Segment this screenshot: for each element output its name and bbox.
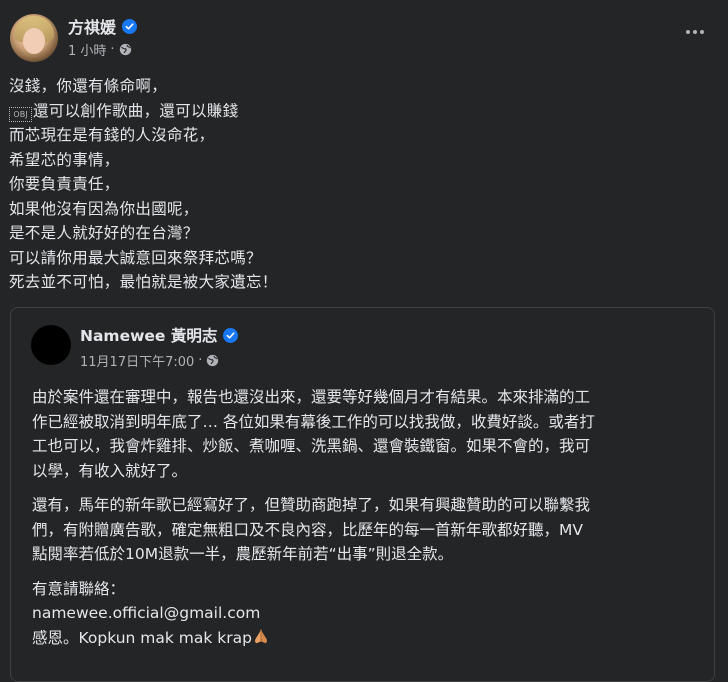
verified-badge-icon	[122, 18, 138, 34]
shared-post-message: 由於案件還在審理中，報告也還沒出來，還要等好幾個月才有結果。本來排滿的工 作已經…	[32, 385, 707, 662]
shared-p1-line-4: 以學，有收入就好了。	[32, 461, 188, 480]
contact-label: 有意請聯絡：	[32, 579, 126, 598]
globe-icon[interactable]	[119, 43, 132, 56]
globe-icon[interactable]	[206, 354, 219, 367]
meta-separator: ·	[198, 353, 203, 368]
post-line-4: 希望芯的事情，	[9, 150, 120, 169]
shared-p1-line-1: 由於案件還在審理中，報告也還沒出來，還要等好幾個月才有結果。本來排滿的工	[32, 388, 591, 406]
shared-p1-line-3: 工也可以，我會炸雞排、炒飯、煮咖喱、洗黑鍋、還會裝鐵窗。如果不會的，我可	[32, 437, 591, 455]
post-line-1: 沒錢，你還有條命啊，	[9, 77, 168, 95]
post-time[interactable]: 1 小時	[68, 40, 106, 59]
shared-p2-line-3: 點閱率若低於10M退款一半，農歷新年前若“出事”則退全款。	[32, 545, 454, 563]
author-name-row: 方祺媛	[68, 14, 138, 38]
shared-paragraph-3: 有意請聯絡： namewee.official@gmail.com 感恩。Kop…	[32, 577, 707, 653]
facebook-post: 方祺媛 1 小時 · 沒錢，你還有條命啊， OBJ 還可以創作歌曲，還可以賺錢 而…	[0, 0, 728, 682]
shared-post-meta: 11月17日下午7:00 ·	[80, 351, 219, 370]
folded-hands-icon	[252, 627, 270, 653]
shared-paragraph-1: 由於案件還在審理中，報告也還沒出來，還要等好幾個月才有結果。本來排滿的工 作已經…	[32, 385, 707, 483]
author-name[interactable]: 方祺媛	[68, 14, 116, 38]
post-message: 沒錢，你還有條命啊， OBJ 還可以創作歌曲，還可以賺錢 而芯現在是有錢的人沒命花…	[9, 74, 709, 295]
shared-post-card[interactable]: Namewee 黃明志 11月17日下午7:00 · 由於案件還在審理中，報告也…	[10, 307, 715, 682]
post-line-2: OBJ 還可以創作歌曲，還可以賺錢	[9, 99, 709, 124]
contact-email-link[interactable]: namewee.official@gmail.com	[32, 601, 707, 626]
meta-separator: ·	[110, 42, 115, 57]
shared-author-row: Namewee 黃明志	[80, 324, 239, 346]
author-avatar[interactable]	[10, 14, 58, 62]
post-line-3: 而芯現在是有錢的人沒命花，	[9, 126, 215, 144]
more-options-icon[interactable]	[680, 20, 710, 44]
shared-paragraph-2: 還有，馬年的新年歌已經寫好了，但贊助商跑掉了，如果有興趣贊助的可以聯繫我 們，有…	[32, 493, 707, 567]
shared-author-name[interactable]: Namewee 黃明志	[80, 324, 217, 346]
shared-p2-line-2: 們，有附贈廣告歌，確定無粗口及不良內容，比歷年的每一首新年歌都好聽，MV	[32, 520, 583, 539]
post-line-7: 是不是人就好好的在台灣？	[9, 224, 199, 242]
post-line-5: 你要負責責任，	[9, 175, 120, 193]
post-line-9: 死去並不可怕，最怕就是被大家遺忘！	[9, 273, 278, 291]
verified-badge-icon	[223, 327, 239, 343]
object-replacement-glyph: OBJ	[9, 106, 32, 122]
shared-p1-line-2: 作已經被取消到明年底了… 各位如果有幕後工作的可以找我做，收費好談。或者打	[32, 412, 595, 431]
shared-author-avatar[interactable]	[31, 325, 71, 365]
thanks-text: 感恩。Kopkun mak mak krap	[32, 628, 252, 647]
thanks-line: 感恩。Kopkun mak mak krap	[32, 626, 707, 653]
post-header: 方祺媛 1 小時 ·	[10, 12, 718, 64]
post-line-2-text: 還可以創作歌曲，還可以賺錢	[33, 101, 239, 120]
shared-post-time[interactable]: 11月17日下午7:00	[80, 351, 194, 370]
post-meta: 1 小時 ·	[68, 40, 132, 59]
shared-p2-line-1: 還有，馬年的新年歌已經寫好了，但贊助商跑掉了，如果有興趣贊助的可以聯繫我	[32, 496, 591, 514]
post-line-6: 如果他沒有因為你出國呢，	[9, 199, 199, 218]
post-line-8: 可以請你用最大誠意回來祭拜芯嗎？	[9, 248, 262, 267]
